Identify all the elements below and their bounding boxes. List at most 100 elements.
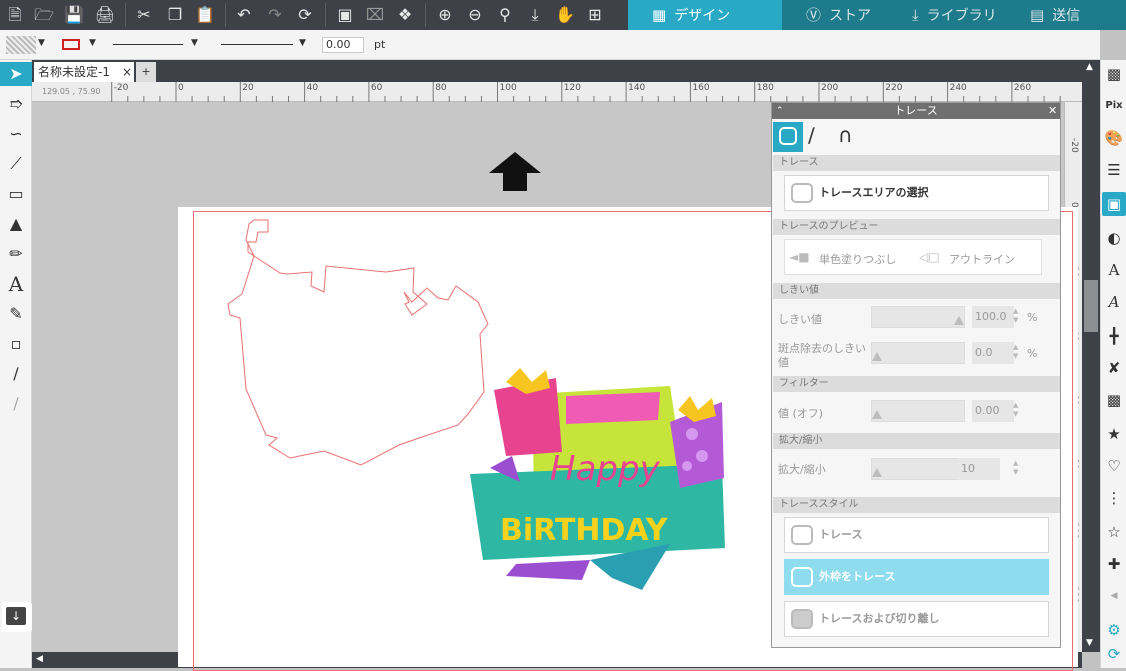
text-path-icon[interactable]: A	[1102, 290, 1126, 314]
line-end-select[interactable]	[221, 44, 293, 45]
text-tool-icon[interactable]: A	[4, 272, 28, 296]
scale-input[interactable]: 10	[958, 458, 1000, 480]
ungroup-icon[interactable]: ⌧	[364, 4, 386, 26]
tab-send[interactable]: ▤ 送信	[1006, 0, 1126, 30]
palette-select-icon[interactable]: ❖	[394, 4, 416, 26]
edit-text-icon[interactable]: ✎	[4, 302, 28, 326]
chevron-down-icon[interactable]: ▼	[191, 38, 198, 48]
undo-icon[interactable]: ↶	[233, 4, 255, 26]
paste-icon[interactable]: 📋	[194, 4, 216, 26]
style-outer-trace-button[interactable]: 外枠をトレース	[784, 559, 1049, 595]
library-heart-icon[interactable]: ♡	[1102, 454, 1126, 478]
lasso-icon[interactable]: ➱	[4, 92, 28, 116]
line-color-swatch[interactable]	[62, 39, 80, 50]
scroll-thumb[interactable]	[1084, 280, 1098, 332]
zoom-in-icon[interactable]: ⊕	[434, 4, 456, 26]
refresh-icon[interactable]: ⟳	[294, 4, 316, 26]
open-folder-icon[interactable]: 🗁	[33, 4, 55, 26]
select-arrow-icon[interactable]: ➤	[0, 62, 32, 86]
select-trace-area-button[interactable]: トレースエリアの選択	[784, 175, 1049, 211]
cut-icon[interactable]: ✂	[133, 4, 155, 26]
slider-thumb[interactable]	[872, 352, 882, 361]
slider-thumb[interactable]	[872, 468, 882, 477]
eyedropper-icon[interactable]: ∕	[808, 123, 815, 147]
offset-icon[interactable]: ⋮	[1102, 486, 1126, 510]
style-trace-detach-button[interactable]: トレースおよび切り離し	[784, 601, 1049, 637]
slider-thumb[interactable]	[954, 316, 964, 325]
filter-slider[interactable]	[871, 400, 965, 422]
save-icon[interactable]: 💾	[63, 4, 85, 26]
zoom-out-icon[interactable]: ⊖	[464, 4, 486, 26]
scale-stepper[interactable]: ▲ ▼	[1013, 459, 1023, 477]
despeckle-stepper[interactable]: ▲ ▼	[1013, 343, 1023, 361]
slider-thumb[interactable]	[872, 410, 882, 419]
scale-slider[interactable]	[871, 458, 965, 480]
collapse-icon[interactable]: ⌃	[776, 103, 784, 119]
copy-icon[interactable]: ❐	[164, 4, 186, 26]
favorites-icon[interactable]: ★	[1102, 422, 1126, 446]
close-icon[interactable]: ✕	[1048, 103, 1057, 119]
align-icon[interactable]: ╋	[1102, 324, 1126, 348]
style-trace-button[interactable]: トレース	[784, 517, 1049, 553]
close-icon[interactable]: ×	[122, 62, 132, 82]
rectangle-tool-icon[interactable]: ▭	[4, 182, 28, 206]
chevron-left-icon[interactable]: ◀	[1102, 584, 1126, 608]
eraser-icon[interactable]: ▫	[4, 332, 28, 356]
preview-outline-option[interactable]: アウトライン	[949, 251, 1015, 267]
tab-library[interactable]: ⤓ ライブラリ	[888, 0, 1006, 30]
page-setup-icon[interactable]: ▩	[1102, 62, 1126, 86]
stroke-width-input[interactable]: 0.00	[322, 37, 364, 53]
redo-icon[interactable]: ↷	[264, 4, 286, 26]
eyedropper-icon[interactable]: ∕	[4, 392, 28, 416]
despeckle-slider[interactable]	[871, 342, 965, 364]
curve-edit-icon[interactable]: ∽	[4, 122, 28, 146]
knife-icon[interactable]: ∕	[4, 362, 28, 386]
filter-stepper[interactable]: ▲ ▼	[1013, 401, 1023, 419]
replicate-icon[interactable]: ▩	[1102, 388, 1126, 412]
pencil-tool-icon[interactable]: ✏	[4, 242, 28, 266]
trace-panel-icon[interactable]: ▣	[1102, 192, 1126, 216]
text-style-icon[interactable]: A	[1102, 258, 1126, 282]
threshold-stepper[interactable]: ▲ ▼	[1013, 307, 1023, 325]
trace-mode-button[interactable]	[773, 122, 803, 152]
fill-pattern-swatch[interactable]	[6, 36, 36, 54]
move-down-icon[interactable]: ⤓	[524, 4, 546, 26]
despeckle-input[interactable]: 0.0	[972, 342, 1014, 364]
preview-fill-option[interactable]: 単色塗りつぶし	[819, 251, 896, 267]
fill-icon[interactable]: ◐	[1102, 226, 1126, 250]
threshold-slider[interactable]	[871, 306, 965, 328]
chevron-down-icon[interactable]: ▼	[299, 38, 306, 48]
scroll-left-icon[interactable]: ◀	[36, 654, 43, 664]
line-tool-icon[interactable]: ⟋	[4, 152, 28, 176]
line-style-select[interactable]	[113, 44, 183, 45]
palette-icon[interactable]: 🎨	[1102, 126, 1126, 150]
group-icon[interactable]: ▣	[334, 4, 356, 26]
polygon-tool-icon[interactable]: ▲	[4, 212, 28, 236]
line-style-icon[interactable]: ☰	[1102, 158, 1126, 182]
pixscan-icon[interactable]: Pix	[1102, 94, 1126, 118]
add-page-icon[interactable]: ⊞	[584, 4, 606, 26]
add-tab-button[interactable]: +	[136, 62, 156, 82]
document-tab[interactable]: 名称未設定-1 ×	[34, 62, 134, 82]
tab-store[interactable]: Ⓥ ストア	[782, 0, 888, 30]
filter-input[interactable]: 0.00	[972, 400, 1014, 422]
transform-icon[interactable]: ✘	[1102, 356, 1126, 380]
tab-design[interactable]: ▦ デザイン	[628, 0, 782, 30]
sync-icon[interactable]: ⟳	[1102, 642, 1126, 666]
chevron-down-icon[interactable]: ▼	[38, 38, 45, 48]
outer-trace-icon	[791, 567, 813, 587]
zoom-fit-icon[interactable]: ⚲	[494, 4, 516, 26]
hand-pan-icon[interactable]: ✋	[554, 4, 576, 26]
puzzle-icon[interactable]: ✚	[1102, 552, 1126, 576]
star-outline-icon[interactable]: ☆	[1102, 520, 1126, 544]
new-document-icon[interactable]: 🗎	[4, 4, 26, 26]
panel-titlebar[interactable]: ⌃ トレース ✕	[772, 103, 1060, 119]
settings-gear-icon[interactable]: ⚙	[1102, 618, 1126, 642]
threshold-input[interactable]: 100.0	[972, 306, 1014, 328]
magnet-icon[interactable]: ∩	[838, 123, 853, 147]
vertical-scrollbar[interactable]: ▲ ▼	[1082, 60, 1100, 652]
scroll-down-icon[interactable]: ▼	[1086, 638, 1093, 648]
chevron-down-icon[interactable]: ▼	[89, 38, 96, 48]
print-icon[interactable]: 🖨	[94, 4, 116, 26]
scroll-up-icon[interactable]: ▲	[1086, 62, 1093, 72]
